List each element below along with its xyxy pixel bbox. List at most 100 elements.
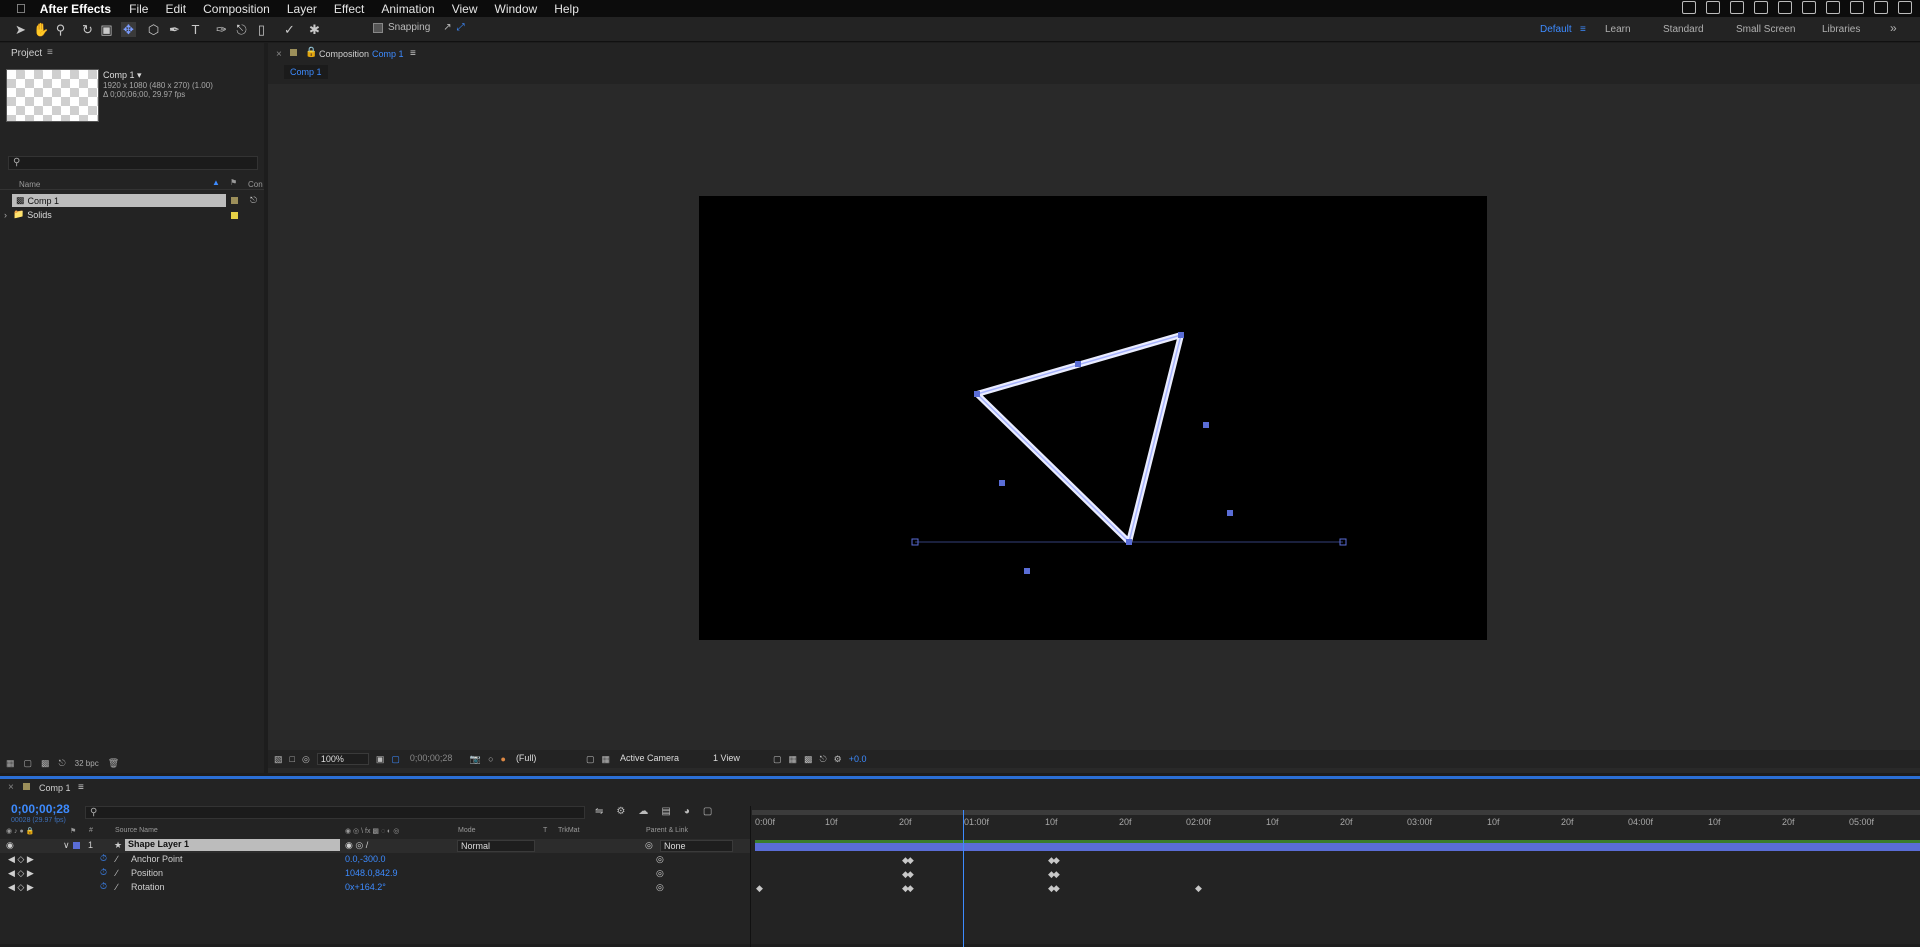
bpc-toggle[interactable]: 32 bpc	[75, 759, 99, 768]
property-value[interactable]: 1048.0,842.9	[345, 868, 398, 878]
keyframe-navigator-icon[interactable]: ◀ ◇ ▶	[8, 854, 34, 865]
snapping-toggle[interactable]: Snapping ↗ ⤢	[373, 22, 465, 33]
layer-switches-icons[interactable]: ◉ ◎ /	[345, 840, 368, 851]
composition-tab-name[interactable]: Comp 1	[372, 49, 404, 59]
menu-view[interactable]: View	[452, 2, 478, 16]
expression-pick-whip-icon[interactable]: ◎	[656, 868, 664, 879]
flowchart-comp-icon[interactable]: ⎋	[820, 754, 827, 765]
region-of-interest-icon[interactable]: ▢	[586, 754, 595, 765]
name-column-header[interactable]: Name	[19, 180, 40, 189]
menu-effect[interactable]: Effect	[334, 2, 364, 16]
snap-option-icon[interactable]: ↗	[443, 22, 451, 33]
workspace-default[interactable]: Default	[1540, 24, 1572, 35]
current-time-display[interactable]: 0;00;00;28	[407, 753, 463, 765]
snapping-checkbox[interactable]	[373, 22, 383, 33]
source-name-header[interactable]: Source Name	[115, 827, 158, 834]
transparency-grid-icon[interactable]: ▦	[601, 754, 610, 765]
menu-composition[interactable]: Composition	[203, 2, 270, 16]
creative-cloud-icon[interactable]	[1754, 1, 1768, 14]
status-icon-8[interactable]	[1850, 1, 1864, 14]
layer-name[interactable]: Shape Layer 1	[125, 839, 340, 851]
view-layout-dropdown[interactable]: 1 View	[710, 753, 766, 765]
workspace-menu-icon[interactable]: ≡	[1580, 24, 1586, 35]
wifi-icon[interactable]	[1874, 1, 1888, 14]
dropbox-icon[interactable]	[1706, 1, 1720, 14]
project-item-solids[interactable]: › 📁 Solids	[4, 208, 218, 221]
workspace-overflow-icon[interactable]: »	[1890, 21, 1897, 35]
timeline-menu-icon[interactable]: ≡	[78, 782, 84, 793]
trkmat-header[interactable]: TrkMat	[558, 827, 580, 834]
eraser-tool-icon[interactable]: ▯	[254, 22, 269, 37]
current-time-indicator[interactable]	[963, 810, 964, 947]
blend-mode-dropdown[interactable]: Normal	[457, 840, 535, 852]
draft-3d-icon[interactable]: ⚙	[616, 806, 625, 817]
workspace-small-screen[interactable]: Small Screen	[1736, 24, 1795, 35]
pan-behind-tool-icon[interactable]: ✥	[121, 22, 136, 37]
status-icon-3[interactable]	[1730, 1, 1744, 14]
fast-preview-icon[interactable]: ▦	[788, 754, 797, 765]
snap-extend-icon[interactable]: ⤢	[457, 22, 465, 33]
shape-tool-icon[interactable]: ⬡	[146, 22, 161, 37]
camera-tool-icon[interactable]: ▣	[99, 22, 114, 37]
flowchart-footer-icon[interactable]: ⎋	[59, 758, 66, 769]
graph-icon[interactable]: ∕	[116, 882, 118, 892]
hand-tool-icon[interactable]: ✋	[33, 22, 49, 37]
stopwatch-icon[interactable]: ⏱	[100, 881, 107, 892]
trash-icon[interactable]: 🗑	[108, 758, 119, 769]
comp-breadcrumb[interactable]: Comp 1	[284, 65, 328, 79]
workspace-standard[interactable]: Standard	[1663, 24, 1704, 35]
snapshot-camera-icon[interactable]: 📷	[470, 754, 481, 765]
label-color-swatch[interactable]	[231, 212, 238, 219]
layer-duration-bar[interactable]	[755, 840, 1920, 851]
menu-window[interactable]: Window	[495, 2, 538, 16]
apple-icon[interactable]: 	[16, 1, 26, 16]
keyframe-anchor-2[interactable]: ◆◆	[1048, 855, 1060, 866]
pick-whip-icon[interactable]: ◎	[645, 840, 653, 851]
panel-menu-icon[interactable]: ≡	[47, 47, 53, 58]
time-ruler[interactable]: 0:00f 10f 20f 01:00f 10f 20f 02:00f 10f …	[752, 810, 1920, 830]
brush-tool-icon[interactable]: ✑	[214, 22, 229, 37]
keyframe-rotation-3[interactable]: ◆	[1195, 883, 1202, 894]
sort-arrow-icon[interactable]: ▲	[212, 178, 220, 187]
layer-label-swatch[interactable]	[73, 842, 80, 849]
show-snapshot-icon[interactable]: ○	[488, 754, 493, 764]
keyframe-rotation-1[interactable]: ◆◆	[902, 883, 914, 894]
monitor-icon[interactable]: □	[290, 754, 295, 764]
exposure-value[interactable]: +0.0	[849, 754, 867, 764]
vr-icon[interactable]: ◎	[302, 754, 310, 765]
flowchart-icon[interactable]: ⎋	[250, 195, 260, 205]
graph-editor-icon[interactable]: ▢	[703, 806, 712, 817]
shape-layer-graphic[interactable]	[699, 196, 1487, 640]
puppet-tool-icon[interactable]: ✱	[307, 22, 322, 37]
resolution-dropdown[interactable]: (Full)	[513, 753, 579, 765]
composition-canvas[interactable]	[699, 196, 1487, 640]
zoom-tool-icon[interactable]: ⚲	[53, 22, 68, 37]
reset-exposure-icon[interactable]: ⚙	[834, 754, 842, 765]
project-item-comp[interactable]: ▩ Comp 1	[12, 194, 226, 207]
clone-stamp-tool-icon[interactable]: ⎋	[234, 22, 249, 37]
new-folder-icon[interactable]: ▢	[24, 758, 33, 769]
keyframe-navigator-icon[interactable]: ◀ ◇ ▶	[8, 868, 34, 879]
interpret-footage-icon[interactable]: ▦	[6, 758, 15, 769]
property-value[interactable]: 0x+164.2°	[345, 882, 386, 892]
visibility-eye-icon[interactable]: ◉	[6, 840, 14, 851]
roto-brush-tool-icon[interactable]: ✓	[282, 22, 297, 37]
timeline-search-input[interactable]: ⚲	[85, 806, 585, 819]
menu-animation[interactable]: Animation	[381, 2, 434, 16]
work-area-bar[interactable]	[752, 810, 1920, 815]
graph-icon[interactable]: ∕	[116, 854, 118, 864]
composition-tab-prefix[interactable]: Composition	[319, 49, 369, 59]
layer-row[interactable]: ◉ ∨ 1 ★ Shape Layer 1 ◉ ◎ / Normal ◎ Non…	[0, 839, 750, 853]
comment-column-header[interactable]: Con	[248, 180, 263, 189]
timeline-tab-name[interactable]: Comp 1	[39, 783, 71, 793]
status-icon-1[interactable]	[1682, 1, 1696, 14]
keyframe-rotation-0[interactable]: ◆	[756, 883, 763, 894]
pixel-aspect-icon[interactable]: ▢	[773, 754, 782, 765]
close-timeline-tab-icon[interactable]: ×	[8, 782, 14, 793]
menu-file[interactable]: File	[129, 2, 148, 16]
label-color-swatch[interactable]	[231, 197, 238, 204]
workspace-libraries[interactable]: Libraries	[1822, 24, 1860, 35]
graph-icon[interactable]: ∕	[116, 868, 118, 878]
lock-icon[interactable]: 🔒	[305, 47, 317, 58]
parent-header[interactable]: Parent & Link	[646, 827, 688, 834]
